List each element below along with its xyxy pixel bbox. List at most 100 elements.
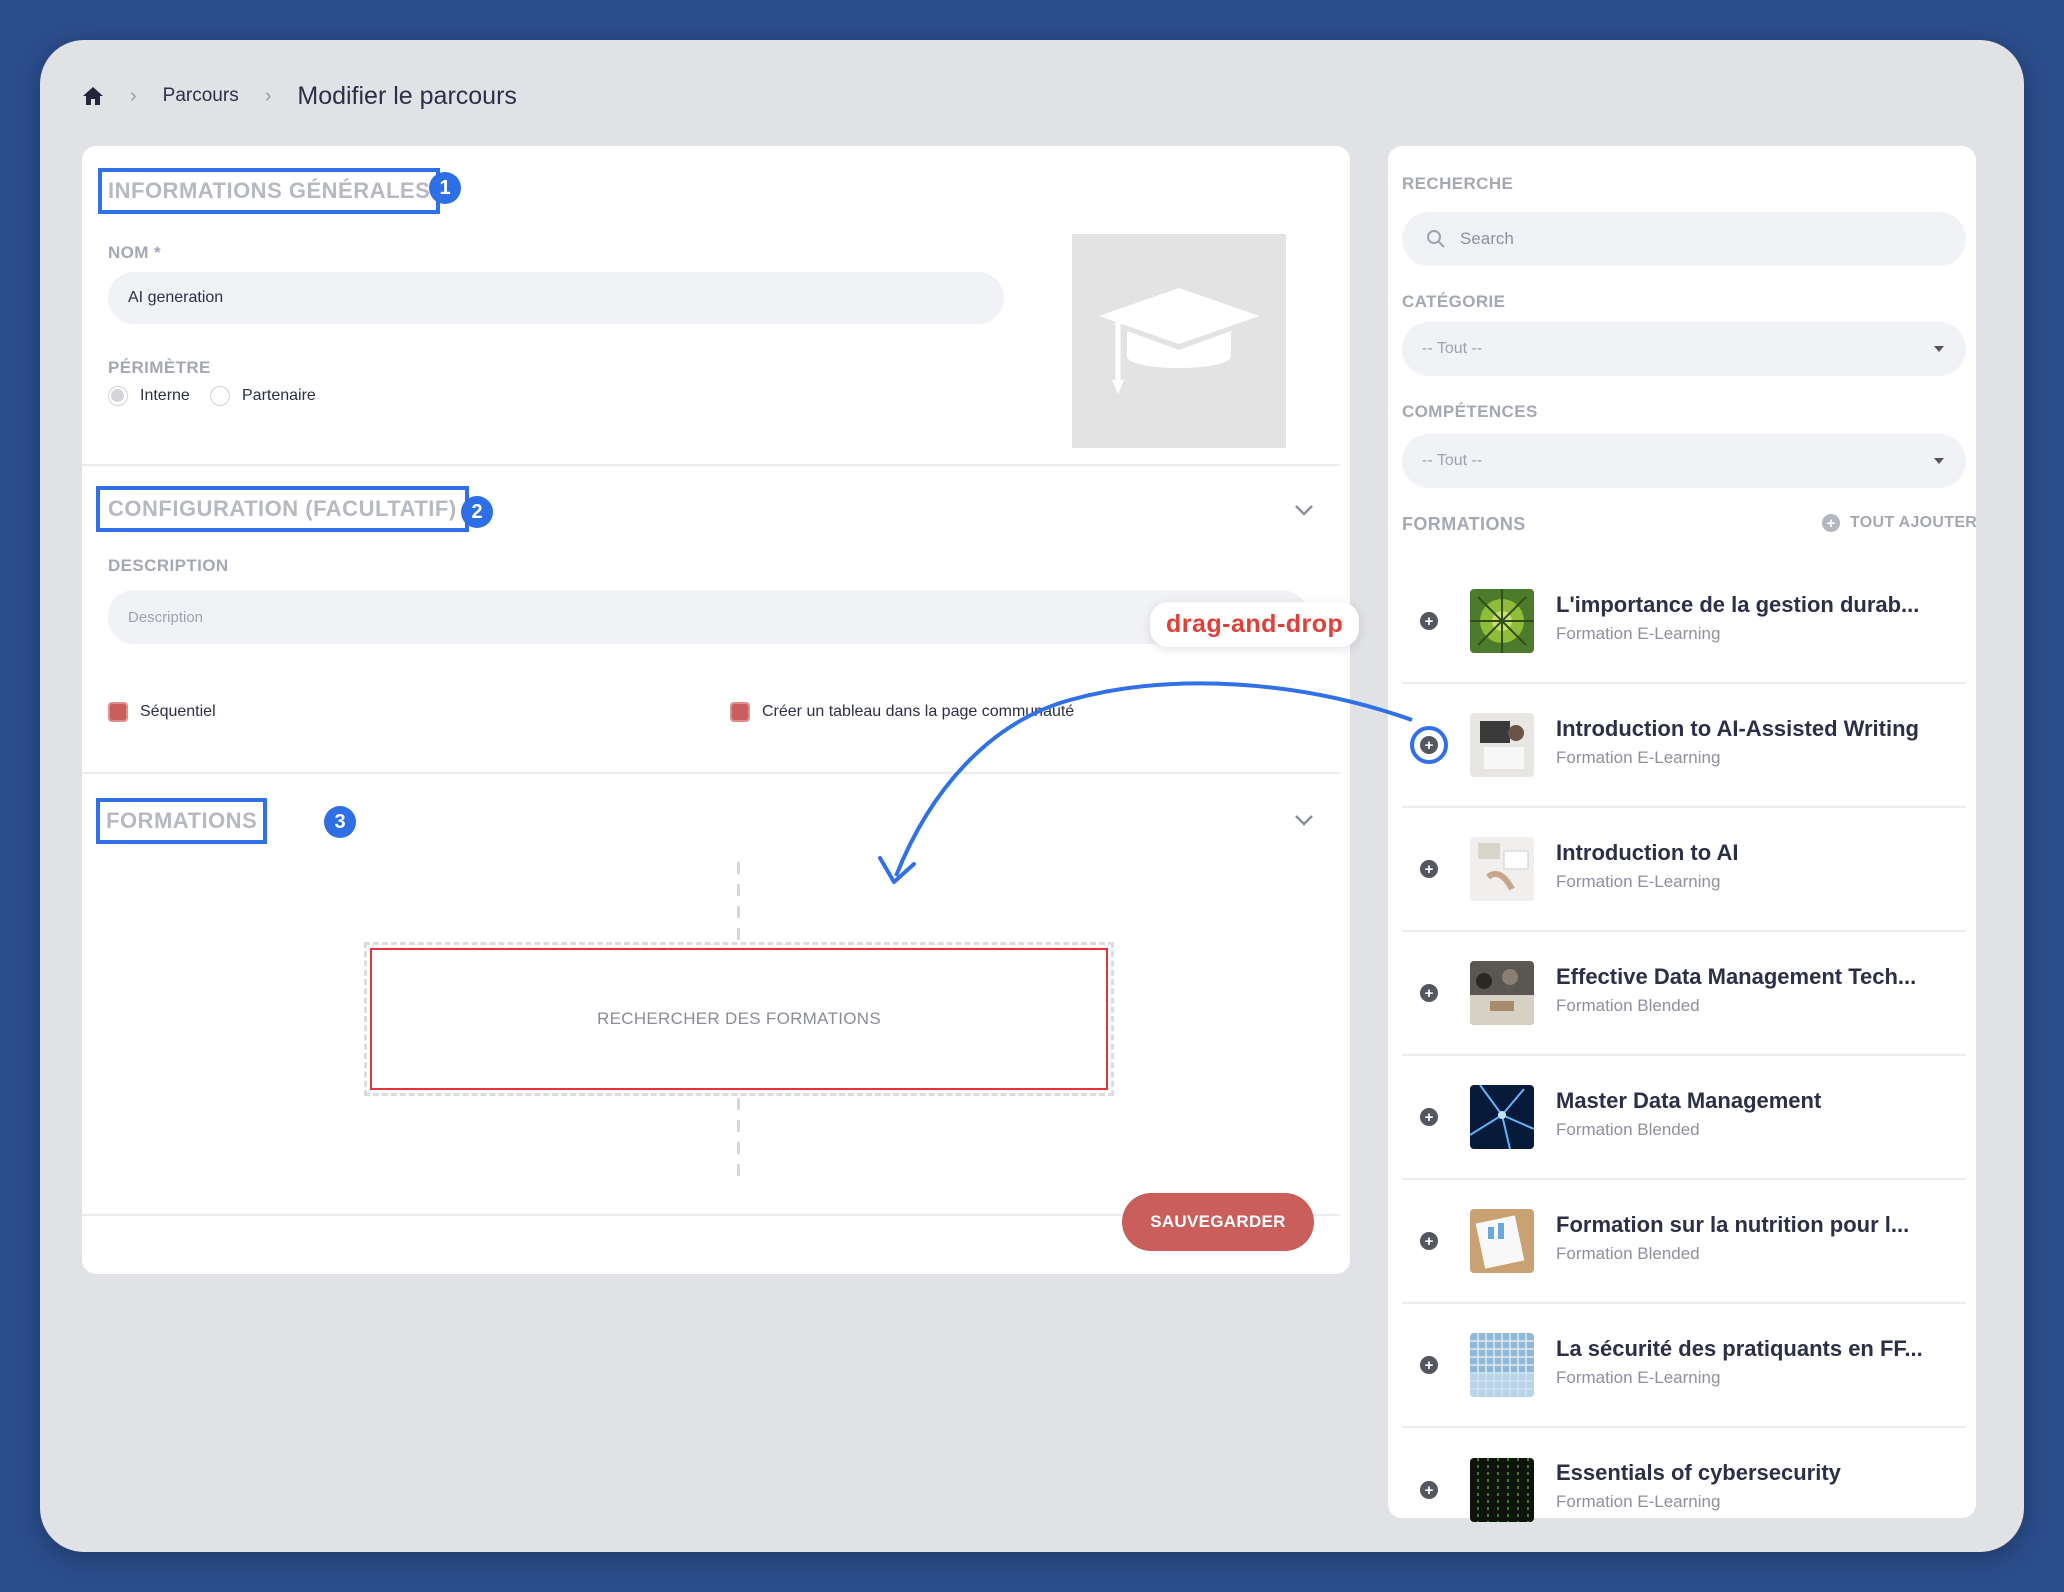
parcours-image[interactable] [1072,234,1286,448]
search-placeholder: Search [1460,229,1514,248]
caret-down-icon [1934,346,1944,352]
add-course-icon[interactable]: + [1410,726,1448,764]
step-badge-3: 3 [324,806,356,838]
perimetre-label: PÉRIMÈTRE [108,358,211,377]
radio-partenaire-label: Partenaire [242,387,316,404]
course-thumbnail [1470,961,1534,1025]
section-divider [82,464,1340,466]
course-list: + L'importance de la gestion durab... Fo… [1402,560,1966,1552]
radio-partenaire-control[interactable] [210,386,230,406]
radio-interne[interactable]: Interne [108,386,190,406]
section-title-formations: FORMATIONS [96,798,268,844]
course-type: Formation E-Learning [1556,748,1721,767]
checkbox-sequentiel[interactable]: Séquentiel [108,702,216,722]
add-course-icon[interactable]: + [1420,1481,1438,1499]
tout-ajouter-button[interactable]: + TOUT AJOUTER [1822,514,1977,532]
section-title-general: INFORMATIONS GÉNÉRALES [98,168,441,214]
course-thumbnail [1470,837,1534,901]
save-button[interactable]: SAUVEGARDER [1122,1193,1314,1251]
course-item[interactable]: + Introduction to AI-Assisted Writing Fo… [1402,684,1966,808]
course-item[interactable]: + L'importance de la gestion durab... Fo… [1402,560,1966,684]
course-item[interactable]: + Essentials of cybersecurity Formation … [1402,1428,1966,1552]
course-title: Master Data Management [1556,1088,1822,1113]
home-icon[interactable] [82,85,104,107]
course-item[interactable]: + Introduction to AI Formation E-Learnin… [1402,808,1966,932]
checkbox-tableau[interactable]: Créer un tableau dans la page communauté [730,702,1074,722]
checkbox-sequentiel-control[interactable] [108,702,128,722]
course-thumbnail [1470,1333,1534,1397]
add-course-icon[interactable]: + [1420,1356,1438,1374]
course-title: Introduction to AI [1556,840,1739,865]
checkbox-tableau-control[interactable] [730,702,750,722]
dropzone-label: RECHERCHER DES FORMATIONS [370,948,1108,1090]
add-course-icon[interactable]: + [1420,1108,1438,1126]
timeline-line [737,862,740,940]
course-item[interactable]: + Formation sur la nutrition pour l... F… [1402,1180,1966,1304]
add-course-icon[interactable]: + [1420,860,1438,878]
chevron-down-icon[interactable] [1290,806,1318,834]
course-title: Formation sur la nutrition pour l... [1556,1212,1910,1237]
course-title: La sécurité des pratiquants en FF... [1556,1336,1923,1361]
plus-circle-icon: + [1822,514,1840,532]
radio-partenaire[interactable]: Partenaire [210,386,316,406]
checkbox-tableau-label: Créer un tableau dans la page communauté [762,703,1075,720]
categorie-label: CATÉGORIE [1402,292,1506,311]
add-course-icon[interactable]: + [1420,1232,1438,1250]
course-thumbnail [1470,713,1534,777]
course-title: Introduction to AI-Assisted Writing [1556,716,1919,741]
course-thumbnail [1470,589,1534,653]
competences-value: -- Tout -- [1422,452,1483,469]
recherche-label: RECHERCHE [1402,174,1514,193]
section-divider [82,772,1340,774]
formations-sidebar: RECHERCHE Search CATÉGORIE -- Tout -- CO… [1388,146,1977,1522]
course-title: Essentials of cybersecurity [1556,1460,1841,1485]
course-item[interactable]: + Master Data Management Formation Blend… [1402,1056,1966,1180]
chevron-down-icon[interactable] [1290,496,1318,524]
course-thumbnail [1470,1458,1534,1522]
checkbox-sequentiel-label: Séquentiel [140,703,216,720]
app-window: › Parcours › Modifier le parcours INFORM… [40,40,2024,1552]
search-icon [1427,230,1445,248]
course-title: Effective Data Management Tech... [1556,964,1917,989]
course-type: Formation E-Learning [1556,872,1721,891]
nom-input[interactable]: AI generation [108,272,1004,324]
course-thumbnail [1470,1085,1534,1149]
course-type: Formation E-Learning [1556,1368,1721,1387]
course-item[interactable]: + La sécurité des pratiquants en FF... F… [1402,1304,1966,1428]
search-input[interactable]: Search [1402,212,1966,266]
competences-select[interactable]: -- Tout -- [1402,434,1966,488]
course-title: L'importance de la gestion durab... [1556,592,1920,617]
radio-interne-label: Interne [140,387,190,404]
categorie-select[interactable]: -- Tout -- [1402,322,1966,376]
graduation-cap-icon [1099,288,1259,394]
step-badge-1: 1 [429,172,461,204]
course-type: Formation E-Learning [1556,624,1721,643]
formations-dropzone[interactable]: RECHERCHER DES FORMATIONS [364,942,1114,1096]
breadcrumb-parcours[interactable]: Parcours [163,85,239,107]
page-title: Modifier le parcours [297,81,517,110]
nom-label: NOM * [108,243,161,262]
competences-label: COMPÉTENCES [1402,402,1538,421]
drag-and-drop-label: drag-and-drop [1150,602,1360,647]
chevron-right-icon: › [264,84,272,107]
radio-interne-control[interactable] [108,386,128,406]
course-item[interactable]: + Effective Data Management Tech... Form… [1402,932,1966,1056]
tout-ajouter-label: TOUT AJOUTER [1850,514,1978,531]
categorie-value: -- Tout -- [1422,340,1483,357]
description-label: DESCRIPTION [108,556,229,575]
course-type: Formation Blended [1556,1120,1700,1139]
formations-label: FORMATIONS [1402,514,1526,534]
caret-down-icon [1934,458,1944,464]
breadcrumb: › Parcours › Modifier le parcours [82,78,517,114]
chevron-right-icon: › [130,84,137,107]
course-thumbnail [1470,1209,1534,1273]
description-input[interactable]: Description [108,590,1308,644]
course-type: Formation E-Learning [1556,1492,1721,1511]
add-course-icon[interactable]: + [1420,984,1438,1002]
add-course-icon[interactable]: + [1420,612,1438,630]
timeline-line [737,1098,740,1182]
course-type: Formation Blended [1556,996,1700,1015]
section-title-config: CONFIGURATION (FACULTATIF) [96,486,469,532]
parcours-form-card: INFORMATIONS GÉNÉRALES 1 NOM * AI genera… [82,146,1360,1274]
step-badge-2: 2 [461,496,493,528]
